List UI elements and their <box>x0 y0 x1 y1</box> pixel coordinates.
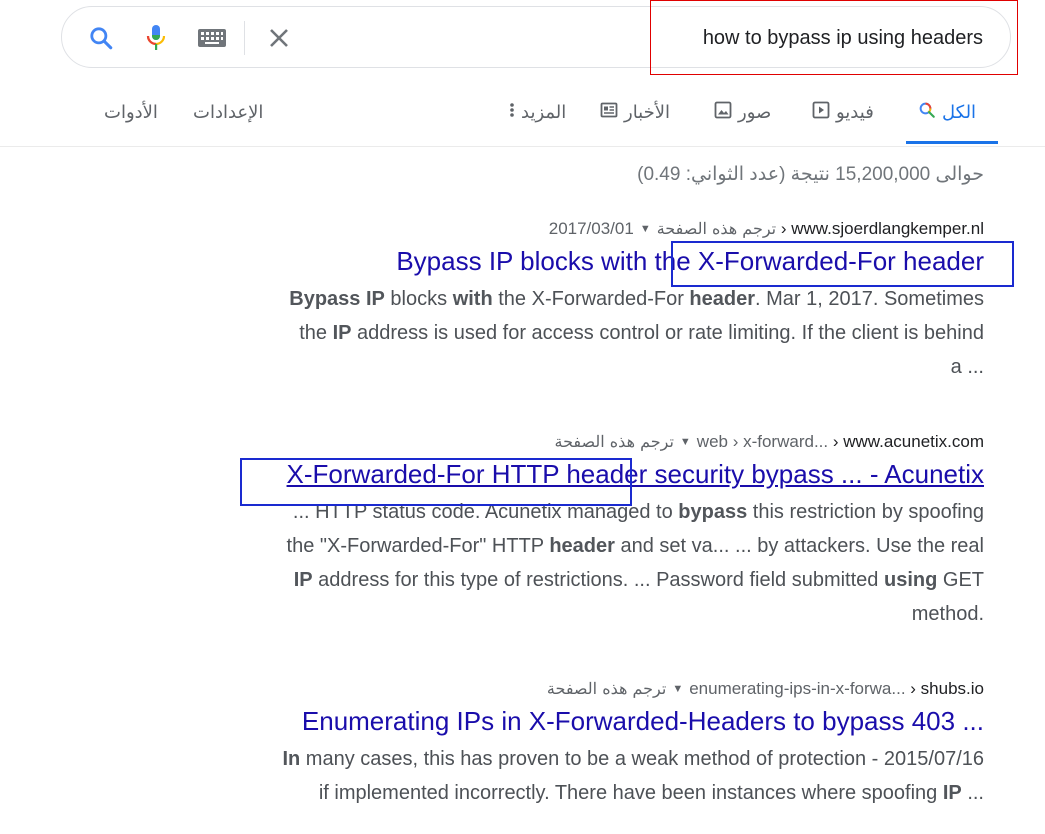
dropdown-arrow-icon[interactable]: ▼ <box>680 431 691 453</box>
result-title-link[interactable]: X-Forwarded-For HTTP header security byp… <box>184 458 984 490</box>
result-cite: ترجم هذه الصفحة▼2017/03/01 › www.sjoerdl… <box>548 218 984 240</box>
tab-news[interactable]: الأخبار <box>600 96 670 128</box>
result-snippet: ... HTTP status code. Acunetix managed t… <box>184 495 984 631</box>
snippet-line: a ... <box>950 356 984 378</box>
translate-link[interactable]: ترجم هذه الصفحة <box>547 679 666 698</box>
result-path: enumerating-ips-in-x-forwa... <box>689 679 906 698</box>
result-cite: ترجم هذه الصفحة ▼ web › x-forward... › www… <box>554 431 985 453</box>
result-snippet: Bypass IP blocks with the X-Forwarded-Fo… <box>184 282 984 384</box>
tab-label: المزيد <box>521 101 567 122</box>
result-title-link[interactable]: Enumerating IPs in X-Forwarded-Headers t… <box>184 705 984 737</box>
tab-all[interactable]: الكل <box>918 96 976 128</box>
search-result: ترجم هذه الصفحة ▼ enumerating-ips-in-x-for… <box>184 678 984 810</box>
search-result: ترجم هذه الصفحة▼2017/03/01 › www.sjoerdl… <box>184 218 984 384</box>
snippet-line: ... HTTP status code. Acunetix managed t… <box>292 501 984 523</box>
snippet-line: Bypass IP blocks with the X-Forwarded-Fo… <box>289 288 984 310</box>
search-icon <box>918 101 936 124</box>
dropdown-arrow-icon[interactable]: ▼ <box>672 678 683 700</box>
result-domain: www.acunetix.com <box>843 432 984 451</box>
tab-label: صور <box>738 101 772 122</box>
more-vert-icon <box>509 101 515 124</box>
tab-label: الإعدادات <box>193 101 264 122</box>
search-bar-divider <box>244 21 245 55</box>
search-result: ترجم هذه الصفحة ▼ web › x-forward... › www… <box>184 431 984 631</box>
tabs-divider <box>0 146 1045 147</box>
play-icon <box>812 101 830 124</box>
search-bar <box>61 6 1011 69</box>
result-domain: www.sjoerdlangkemper.nl <box>791 219 984 238</box>
result-snippet: In many cases, this has proven to be a w… <box>184 742 984 810</box>
search-icon[interactable] <box>84 7 118 69</box>
microphone-icon[interactable] <box>142 7 170 69</box>
snippet-line: method. <box>911 603 984 625</box>
snippet-line: IP address for this type of restrictions… <box>293 569 984 591</box>
snippet-line: the IP address is used for access contro… <box>299 322 984 344</box>
tab-images[interactable]: صور <box>714 96 771 128</box>
translate-link[interactable]: ترجم هذه الصفحة <box>657 219 776 238</box>
result-path: web › x-forward... <box>696 432 829 451</box>
result-title-link[interactable]: Bypass IP blocks with the X-Forwarded-Fo… <box>184 245 984 277</box>
tab-label: الأدوات <box>104 101 158 122</box>
dropdown-arrow-icon[interactable]: ▼ <box>640 218 651 240</box>
tab-more[interactable]: المزيد <box>509 96 566 128</box>
tab-tools[interactable]: الأدوات <box>104 96 158 128</box>
tab-settings[interactable]: الإعدادات <box>193 96 263 128</box>
translate-link[interactable]: ترجم هذه الصفحة <box>555 432 674 451</box>
keyboard-icon[interactable] <box>196 7 228 69</box>
tab-video[interactable]: فيديو <box>812 96 874 128</box>
result-cite: ترجم هذه الصفحة ▼ enumerating-ips-in-x-for… <box>546 678 984 700</box>
tab-label: الكل <box>942 101 977 122</box>
snippet-line: In many cases, this has proven to be a w… <box>282 748 984 770</box>
image-icon <box>714 101 732 124</box>
close-icon[interactable] <box>262 7 296 69</box>
result-stats: حوالى 15,200,000 نتيجة (عدد الثواني: 0.4… <box>637 164 984 185</box>
tab-label: فيديو <box>836 101 874 122</box>
active-tab-indicator <box>906 141 998 144</box>
snippet-line: if implemented incorrectly. There have b… <box>318 782 984 804</box>
snippet-line: the "X-Forwarded-For" HTTP header and se… <box>286 535 984 557</box>
result-date: 2017/03/01 <box>548 219 634 238</box>
result-domain: shubs.io <box>920 679 984 698</box>
tab-label: الأخبار <box>624 101 671 122</box>
newspaper-icon <box>600 101 618 124</box>
search-input[interactable] <box>583 7 983 69</box>
